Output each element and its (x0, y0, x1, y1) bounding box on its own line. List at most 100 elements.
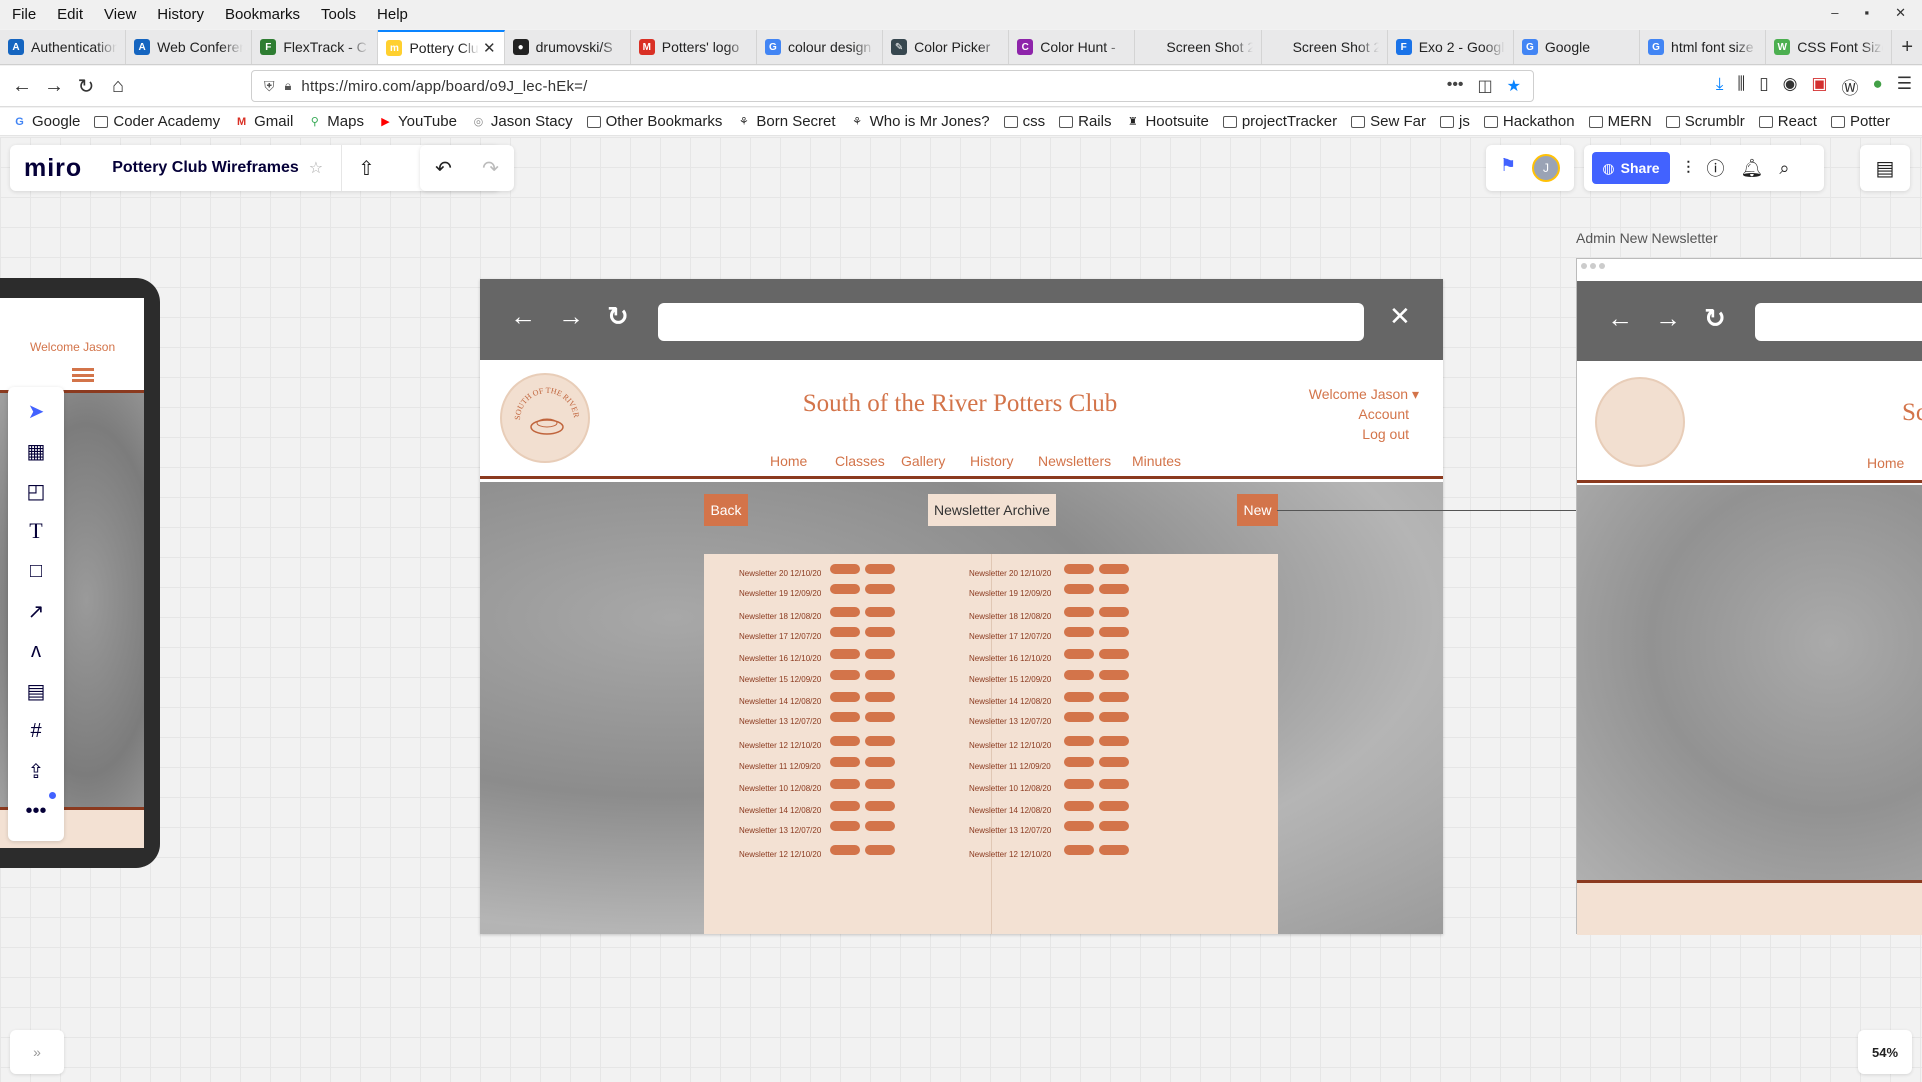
upload-tool-icon[interactable]: ⇪ (22, 757, 50, 785)
avatar[interactable]: J (1532, 154, 1560, 182)
lock-icon[interactable]: 🔒︎ (285, 78, 292, 94)
extension-color-icon[interactable]: ● (1872, 74, 1882, 99)
redo-icon[interactable]: ↷ (482, 156, 499, 181)
comment-tool-icon[interactable]: ▤ (22, 677, 50, 705)
extension-lastpass-icon[interactable]: ▣ (1811, 74, 1827, 99)
bookmark-10[interactable]: Rails (1059, 113, 1111, 130)
bookmark-19[interactable]: Potter (1830, 113, 1890, 130)
bookmark-2[interactable]: M Gmail (234, 113, 293, 130)
library-icon[interactable]: ⫼ (1737, 74, 1745, 99)
menu-bar: File Edit View History Bookmarks Tools H… (0, 0, 1922, 29)
menu-tools[interactable]: Tools (321, 6, 356, 23)
svg-text:SOUTH OF THE RIVER POTTERS CLU: SOUTH OF THE RIVER POTTERS CLUB (502, 375, 581, 420)
tab-9[interactable]: Screen Shot 2020 (1135, 30, 1262, 64)
tab-13[interactable]: Ghtml font size (1640, 30, 1767, 64)
tab-6[interactable]: Gcolour design (757, 30, 884, 64)
menu-edit[interactable]: Edit (57, 6, 83, 23)
bookmark-0[interactable]: G Google (12, 113, 80, 130)
select-tool-icon[interactable]: ➤ (22, 397, 50, 425)
pen-tool-icon[interactable]: ʌ (22, 637, 50, 665)
frame-tool-icon[interactable]: # (22, 717, 50, 745)
tab-8[interactable]: C Color Hunt - (1009, 30, 1136, 64)
forward-arrow-icon[interactable]: → (40, 72, 68, 100)
bookmark-11[interactable]: ♜ Hootsuite (1125, 113, 1209, 130)
expand-panel-button[interactable]: » (10, 1030, 64, 1074)
search-icon[interactable]: ⌕ (1779, 158, 1789, 179)
bookmark-star-icon[interactable]: ★ (1507, 76, 1521, 96)
export-icon[interactable]: ⇧ (358, 156, 375, 181)
bring-everyone-icon[interactable]: ⚑ (1500, 155, 1516, 176)
admin-new-newsletter-frame[interactable]: ← → ↻ Sc Home (1576, 258, 1922, 935)
back-arrow-icon[interactable]: ← (8, 72, 36, 100)
address-bar[interactable]: ⛨ 🔒︎ https://miro.com/app/board/o9J_lec-… (251, 70, 1534, 102)
new-tab-icon[interactable]: + (1892, 30, 1922, 64)
reload-icon[interactable]: ↻ (72, 72, 100, 100)
tab-close-icon[interactable]: ✕ (483, 39, 496, 57)
connector-tool-icon[interactable]: ↗ (22, 597, 50, 625)
bookmark-14[interactable]: js (1440, 113, 1470, 130)
home-icon[interactable]: ⌂ (104, 72, 132, 100)
bookmark-4[interactable]: ▶ YouTube (378, 113, 457, 130)
hamburger-menu-icon[interactable]: ☰ (1897, 74, 1912, 99)
tab-3[interactable]: m Pottery Club Wireframes✕ (378, 30, 505, 64)
newsletter-archive-wireframe[interactable]: ← → ↻ ✕ SOUTH OF THE RIVER POTTERS CLUB … (480, 279, 1443, 934)
settings-sliders-icon[interactable]: ⫶ (1686, 158, 1691, 179)
sidebar-icon[interactable]: ▯ (1759, 74, 1768, 99)
bookmark-7[interactable]: ⚘ Born Secret (736, 113, 836, 130)
minimize-icon[interactable]: – (1831, 5, 1838, 21)
favorite-star-icon[interactable]: ☆ (309, 158, 323, 178)
undo-icon[interactable]: ↶ (435, 156, 452, 181)
menu-view[interactable]: View (104, 6, 136, 23)
nav-history: History (970, 453, 1014, 469)
tab-11[interactable]: F Exo 2 - Google (1388, 30, 1514, 64)
bookmark-6[interactable]: Other Bookmarks (586, 113, 722, 130)
share-button[interactable]: ◍ Share (1592, 152, 1670, 184)
frame-label[interactable]: Admin New Newsletter (1576, 230, 1718, 246)
bookmark-13[interactable]: Sew Far (1351, 113, 1426, 130)
tab-5[interactable]: M Potters' logo (631, 30, 757, 64)
tab-0[interactable]: A Authentication (0, 30, 127, 64)
notifications-bell-icon[interactable]: 🔔︎ (1741, 158, 1764, 179)
bookmark-3[interactable]: ⚲ Maps (307, 113, 364, 130)
page-actions-icon[interactable]: ••• (1447, 76, 1464, 96)
tab-14[interactable]: W CSS Font Size (1766, 30, 1893, 64)
board-panel-icon[interactable]: ▤ (1860, 145, 1910, 191)
bookmark-5[interactable]: ◎ Jason Stacy (471, 113, 573, 130)
templates-tool-icon[interactable]: ▦ (22, 437, 50, 465)
miro-logo[interactable]: miro (24, 154, 82, 183)
menu-bookmarks[interactable]: Bookmarks (225, 6, 300, 23)
bookmark-8[interactable]: ⚘ Who is Mr Jones? (850, 113, 989, 130)
close-window-icon[interactable]: ✕ (1895, 5, 1906, 21)
bookmark-16[interactable]: MERN (1588, 113, 1652, 130)
tab-10[interactable]: Screen Shot 2020 (1262, 30, 1388, 64)
tab-2[interactable]: F FlexTrack - C (252, 30, 379, 64)
bookmark-12[interactable]: projectTracker (1222, 113, 1337, 130)
shape-tool-icon[interactable]: □ (22, 557, 50, 585)
board-title[interactable]: Pottery Club Wireframes (112, 159, 299, 177)
tab-1[interactable]: A Web Conference (126, 30, 253, 64)
maximize-icon[interactable]: ▪ (1864, 5, 1869, 21)
sticky-note-tool-icon[interactable]: ◰ (22, 477, 50, 505)
url-text[interactable]: https://miro.com/app/board/o9J_lec-hEk=/ (301, 78, 587, 95)
bookmark-1[interactable]: Coder Academy (94, 113, 220, 130)
zoom-level[interactable]: 54% (1858, 1030, 1912, 1074)
bookmark-17[interactable]: Scrumblr (1665, 113, 1745, 130)
bookmark-15[interactable]: Hackathon (1483, 113, 1575, 130)
tab-4[interactable]: ● drumovski/S (505, 30, 631, 64)
account-icon[interactable]: ◉ (1783, 74, 1798, 99)
pocket-icon[interactable]: ◫ (1478, 76, 1493, 96)
menu-history[interactable]: History (157, 6, 204, 23)
bookmark-label: YouTube (397, 113, 457, 130)
tracking-shield-icon[interactable]: ⛨ (264, 78, 275, 95)
bookmark-18[interactable]: React (1758, 113, 1817, 130)
more-tools-icon[interactable]: ••• (22, 797, 50, 825)
tab-7[interactable]: ✎ Color Picker (883, 30, 1010, 64)
extension-w-icon[interactable]: Ⓦ (1841, 74, 1858, 99)
downloads-icon[interactable]: ⤓ (1716, 74, 1724, 99)
menu-file[interactable]: File (12, 6, 36, 23)
text-tool-icon[interactable]: T (22, 517, 50, 545)
bookmark-9[interactable]: css (1003, 113, 1045, 130)
help-icon[interactable]: ⓘ (1707, 155, 1725, 181)
tab-12[interactable]: G Google (1514, 30, 1641, 64)
menu-help[interactable]: Help (377, 6, 408, 23)
